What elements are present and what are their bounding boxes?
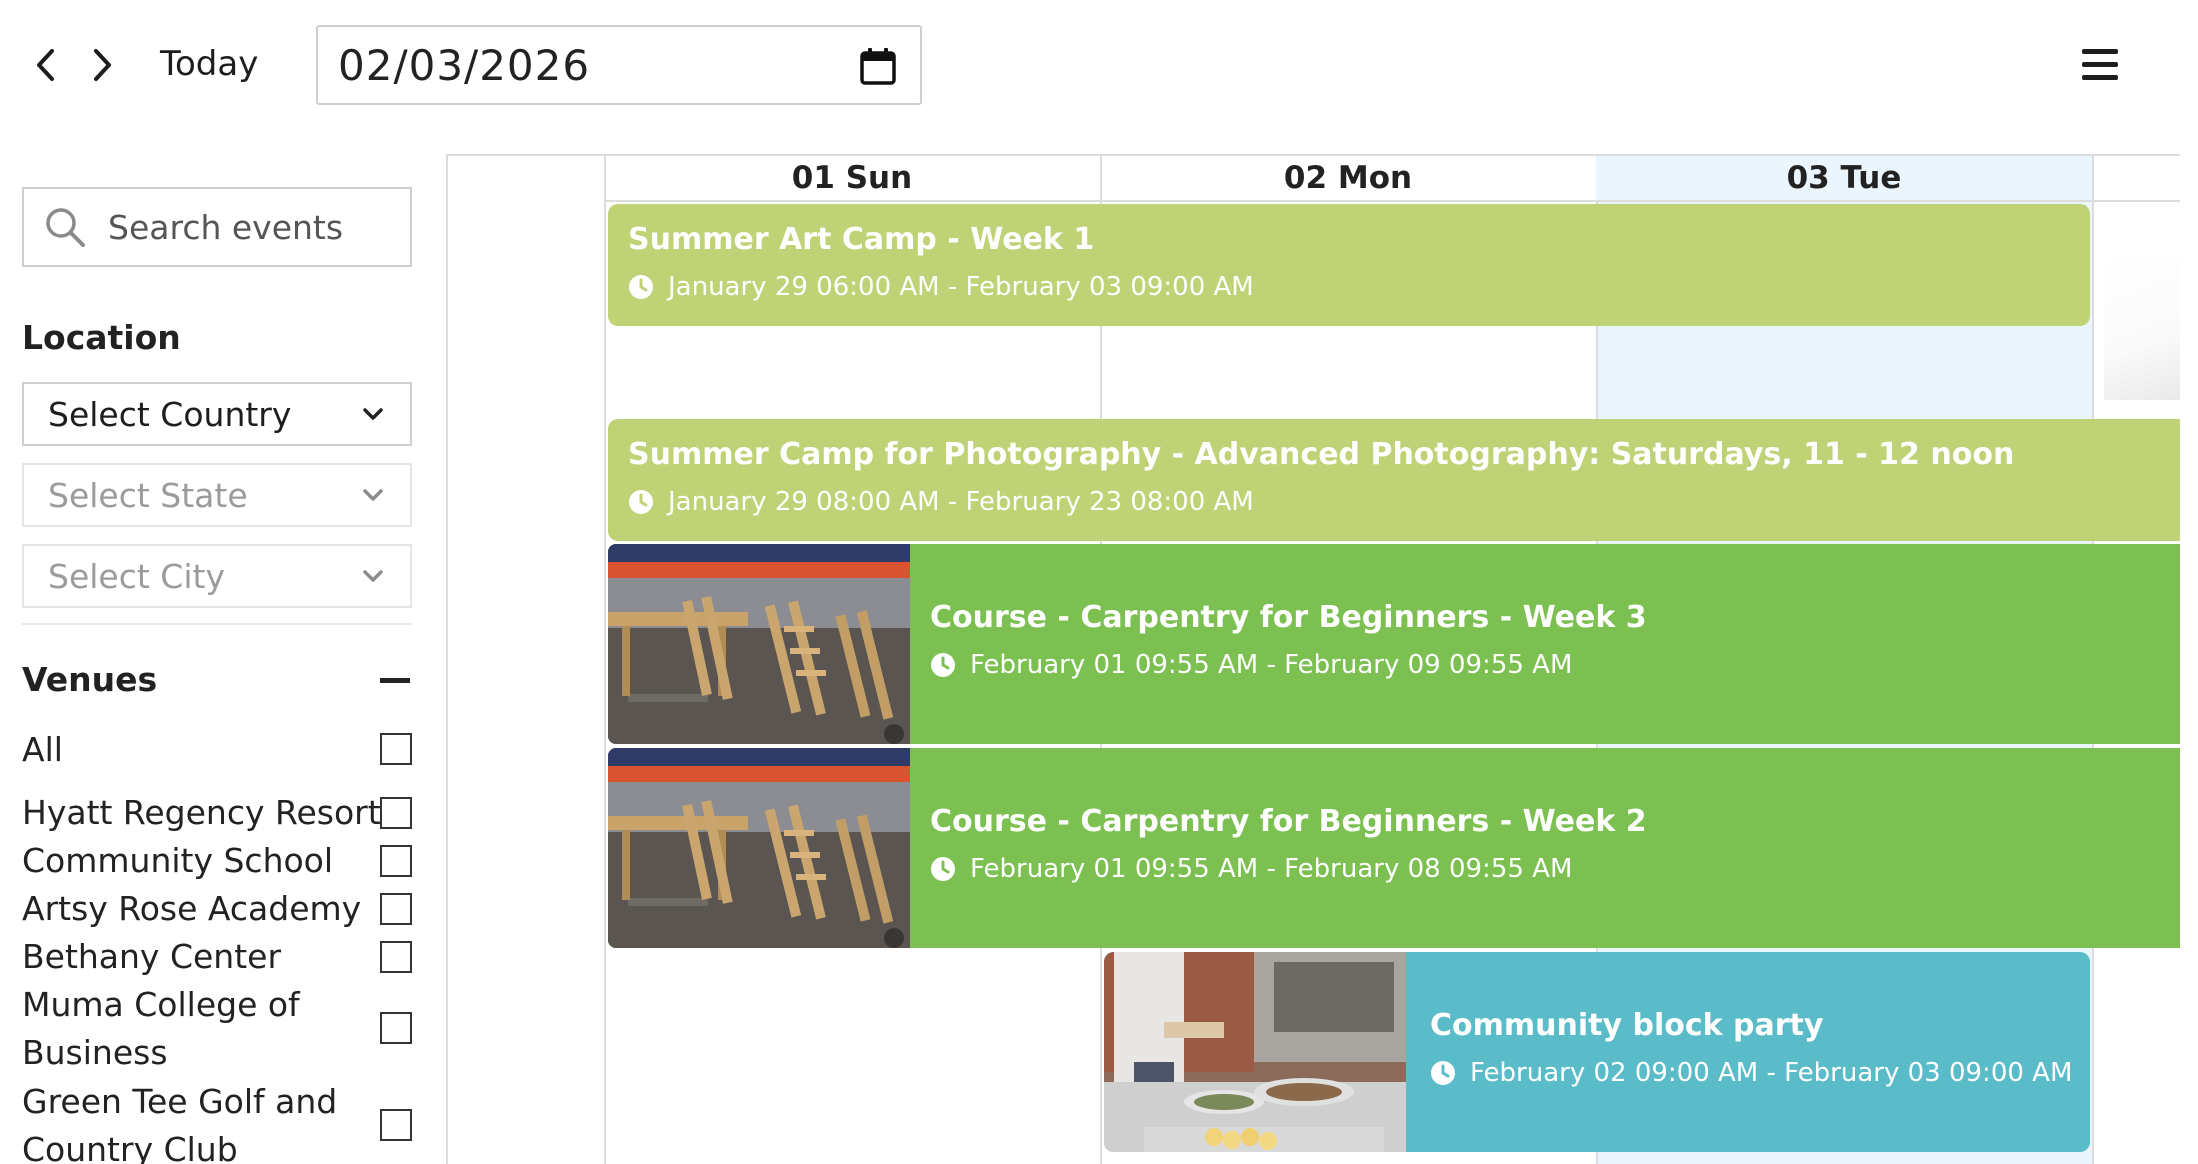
next-button[interactable] [80, 40, 124, 90]
event-title: Course - Carpentry for Beginners - Week … [930, 600, 1647, 635]
chevron-down-icon [363, 489, 383, 501]
carpentry-workshop-image [608, 544, 910, 744]
carpentry-workshop-image [608, 748, 910, 948]
collapse-minus-icon[interactable] [380, 678, 410, 683]
venue-label-all: All [22, 730, 63, 769]
sidebar-divider [22, 623, 412, 625]
event-title: Summer Camp for Photography - Advanced P… [628, 437, 2015, 472]
venue-label-artsy-rose-academy: Artsy Rose Academy [22, 889, 362, 928]
chevron-down-icon [363, 570, 383, 582]
clock-icon [629, 275, 653, 299]
next-day-event-edge [2104, 256, 2180, 400]
date-picker-input[interactable]: 02/03/2026 [316, 25, 922, 105]
today-button[interactable]: Today [160, 38, 258, 90]
venues-title: Venues [22, 660, 158, 699]
calendar-icon[interactable] [860, 47, 896, 85]
location-title: Location [22, 318, 181, 357]
event-time: February 02 09:00 AM - February 03 09:00… [1430, 1058, 2072, 1088]
day-header-mon: 02 Mon [1100, 156, 1596, 202]
event-time: January 29 08:00 AM - February 23 08:00 … [628, 487, 1254, 517]
event-title: Course - Carpentry for Beginners - Week … [930, 804, 1647, 839]
event-time: January 29 06:00 AM - February 03 09:00 … [628, 272, 1254, 302]
state-select-label: Select State [48, 475, 248, 515]
event-carpentry-week-2[interactable]: Course - Carpentry for Beginners - Week … [608, 748, 2180, 948]
event-time-text: February 02 09:00 AM - February 03 09:00… [1470, 1058, 2073, 1088]
day-header-next [2092, 156, 2180, 202]
venue-checkbox-muma-college-of-business[interactable] [380, 1012, 412, 1044]
venue-checkbox-green-tee-golf[interactable] [380, 1109, 412, 1141]
state-select[interactable]: Select State [22, 463, 412, 527]
venue-label-muma-college-of-business: Muma College of Business [22, 985, 300, 1072]
city-select[interactable]: Select City [22, 544, 412, 608]
event-community-block-party[interactable]: Community block party February 02 09:00 … [1104, 952, 2090, 1152]
event-summer-camp-photography[interactable]: Summer Camp for Photography - Advanced P… [608, 419, 2180, 541]
clock-icon [1431, 1061, 1455, 1085]
venue-label-community-school: Community School [22, 841, 334, 880]
event-time-text: February 01 09:55 AM - February 08 09:55… [970, 854, 1573, 884]
previous-button[interactable] [24, 40, 68, 90]
filter-sidebar: Location Select Country Select State Sel… [0, 130, 440, 1164]
venue-checkbox-community-school[interactable] [380, 845, 412, 877]
day-header-tue: 03 Tue [1596, 156, 2092, 202]
event-time: February 01 09:55 AM - February 08 09:55… [930, 854, 1572, 884]
clock-icon [931, 653, 955, 677]
search-icon [46, 208, 85, 247]
event-time-text: January 29 06:00 AM - February 03 09:00 … [668, 272, 1254, 302]
event-carpentry-week-3[interactable]: Course - Carpentry for Beginners - Week … [608, 544, 2180, 744]
calendar-toolbar: Today 02/03/2026 [0, 0, 2198, 130]
country-select-label: Select Country [48, 394, 292, 434]
event-title: Community block party [1430, 1008, 1824, 1043]
search-box[interactable] [22, 187, 412, 267]
city-select-label: Select City [48, 556, 225, 596]
block-party-food-image [1104, 952, 1406, 1152]
clock-icon [629, 490, 653, 514]
venue-checkbox-hyatt-regency-resort[interactable] [380, 797, 412, 829]
event-time: February 01 09:55 AM - February 09 09:55… [930, 650, 1572, 680]
event-summer-art-camp[interactable]: Summer Art Camp - Week 1 January 29 06:0… [608, 204, 2090, 326]
chevron-down-icon [363, 408, 383, 420]
venue-label-green-tee-golf: Green Tee Golf and Country Club [22, 1082, 338, 1164]
venue-label-hyatt-regency-resort: Hyatt Regency Resort [22, 793, 381, 832]
event-time-text: January 29 08:00 AM - February 23 08:00 … [668, 487, 1254, 517]
hamburger-menu-icon[interactable] [2080, 45, 2120, 85]
event-title: Summer Art Camp - Week 1 [628, 222, 1095, 257]
date-value: 02/03/2026 [338, 40, 591, 90]
calendar-grid: 01 Sun 02 Mon 03 Tue Summer Art Camp - W… [446, 154, 2180, 1164]
chevron-right-icon [94, 49, 111, 81]
day-header-sun: 01 Sun [604, 156, 1100, 202]
search-input[interactable] [108, 207, 408, 247]
venue-checkbox-bethany-center[interactable] [380, 941, 412, 973]
clock-icon [931, 857, 955, 881]
venue-checkbox-artsy-rose-academy[interactable] [380, 893, 412, 925]
venue-checkbox-all[interactable] [380, 733, 412, 765]
venue-label-bethany-center: Bethany Center [22, 937, 282, 976]
country-select[interactable]: Select Country [22, 382, 412, 446]
event-time-text: February 01 09:55 AM - February 09 09:55… [970, 650, 1573, 680]
chevron-left-icon [37, 49, 54, 81]
